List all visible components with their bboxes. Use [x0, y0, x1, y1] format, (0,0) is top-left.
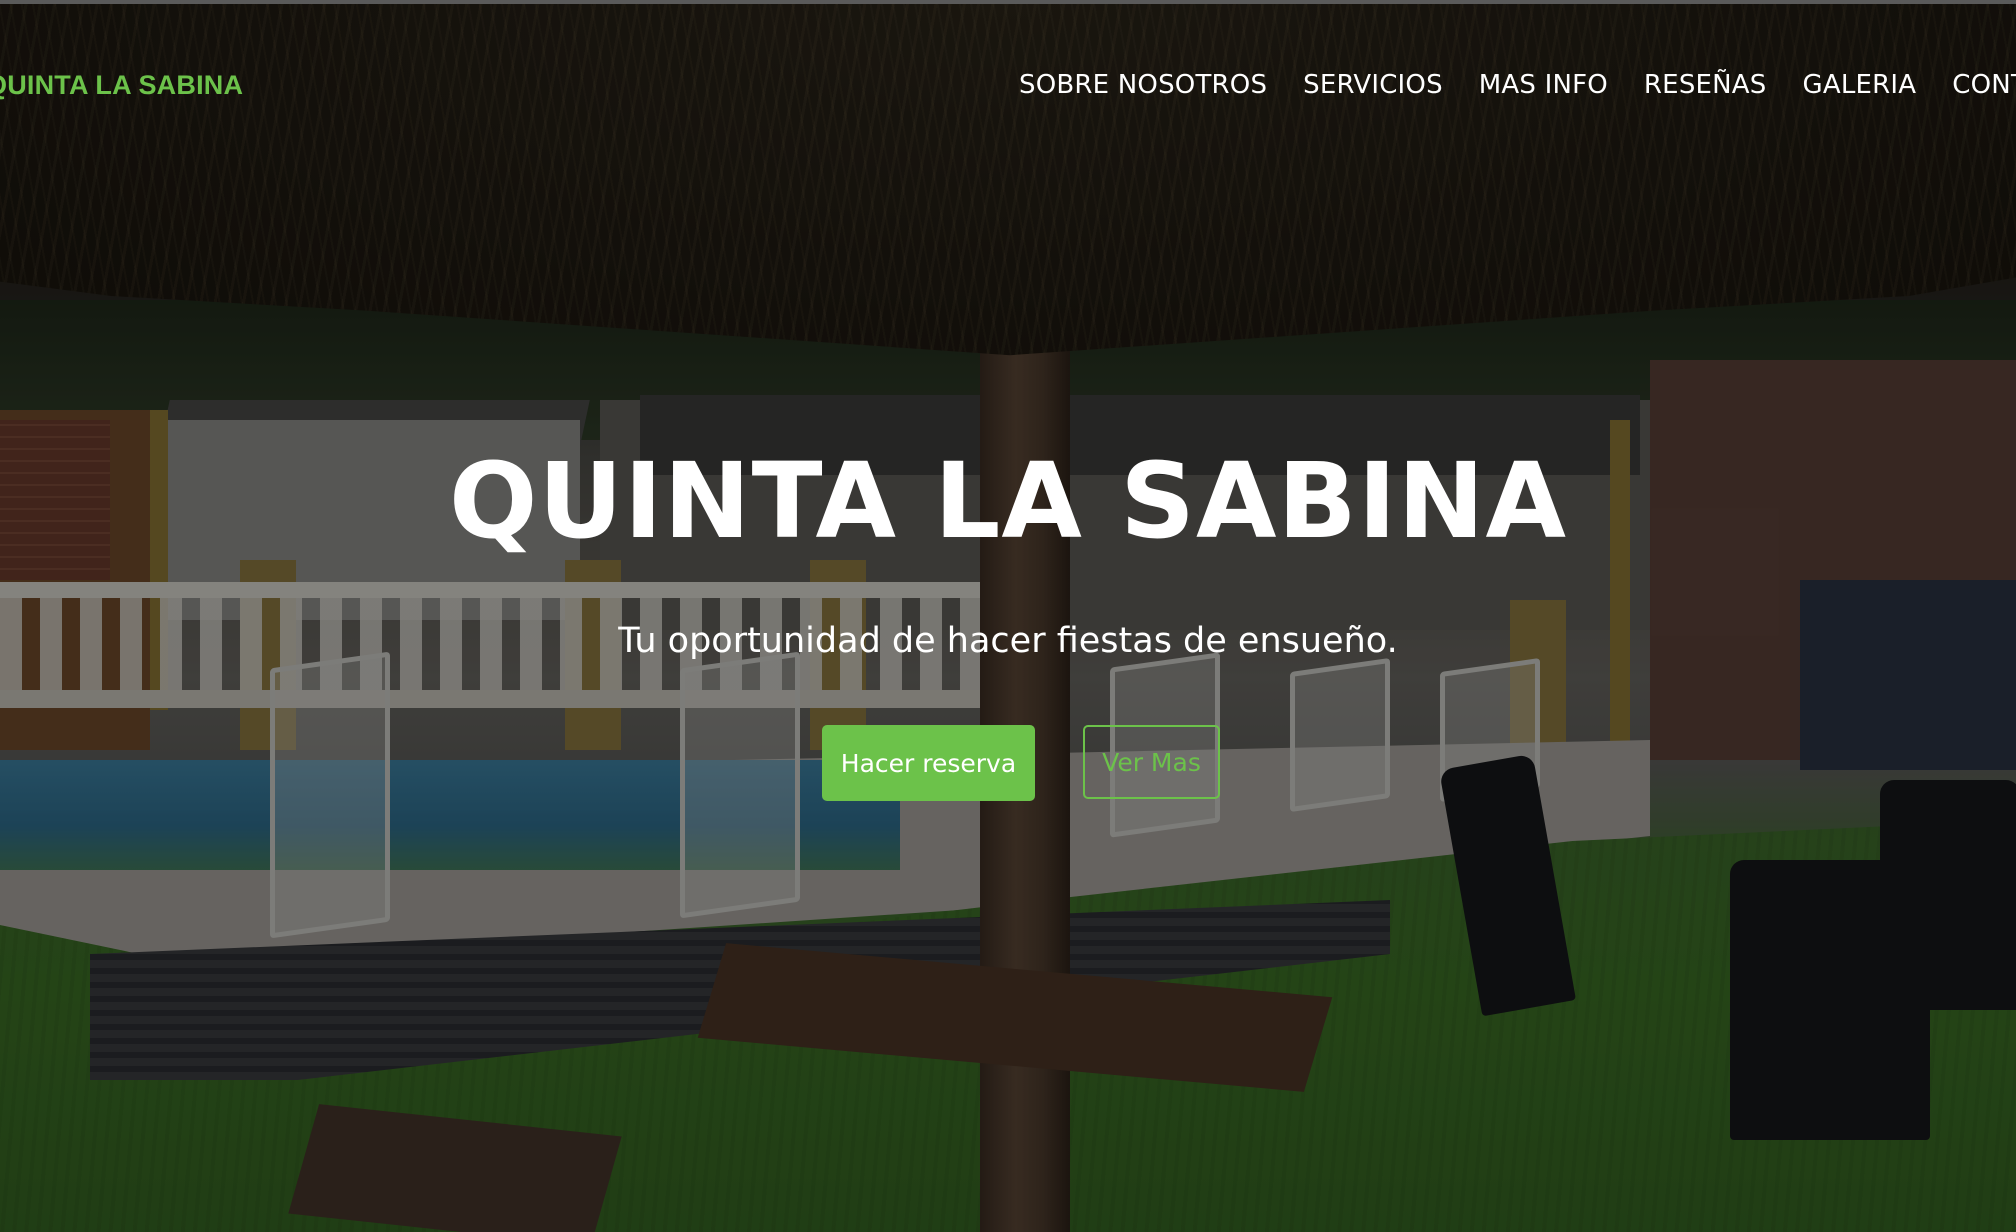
- nav-item-contacto[interactable]: CONTACTO: [1952, 70, 2016, 100]
- hero-subtitle: Tu oportunidad de hacer fiestas de ensue…: [618, 621, 1398, 661]
- nav-item-resenas[interactable]: RESEÑAS: [1644, 70, 1767, 100]
- brand-logo[interactable]: QUINTA LA SABINA: [0, 70, 243, 101]
- nav-item-galeria[interactable]: GALERIA: [1803, 70, 1917, 100]
- hero-section: QUINTA LA SABINA SOBRE NOSOTROS SERVICIO…: [0, 0, 2016, 1232]
- nav-item-servicios[interactable]: SERVICIOS: [1303, 70, 1443, 100]
- nav-item-sobre-nosotros[interactable]: SOBRE NOSOTROS: [1019, 70, 1267, 100]
- hacer-reserva-button[interactable]: Hacer reserva: [822, 725, 1035, 801]
- nav-item-mas-info[interactable]: MAS INFO: [1479, 70, 1608, 100]
- window-top-border: [0, 0, 2016, 4]
- main-nav: SOBRE NOSOTROS SERVICIOS MAS INFO RESEÑA…: [1019, 70, 2016, 100]
- ver-mas-button[interactable]: Ver Mas: [1083, 725, 1220, 799]
- hero-title: QUINTA LA SABINA: [448, 440, 1567, 562]
